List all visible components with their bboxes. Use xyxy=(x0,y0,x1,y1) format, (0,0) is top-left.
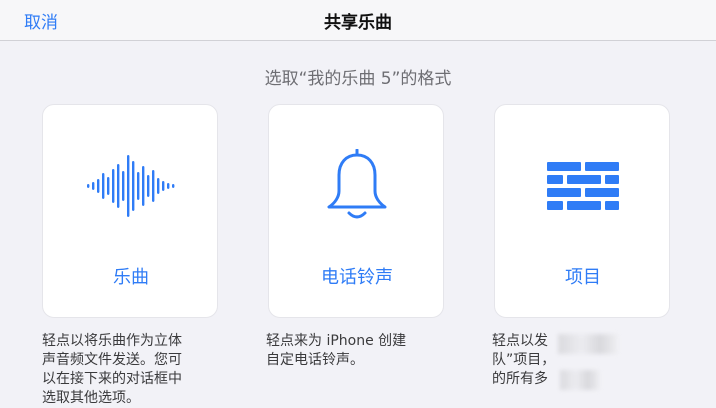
song-option-card[interactable]: 乐曲 xyxy=(42,104,218,318)
ringtone-option-label: 电话铃声 xyxy=(321,267,393,288)
song-option-description: 轻点以将乐曲作为立体 声音频文件发送。您可 以在接下来的对话框中 选取其他选项。 xyxy=(42,333,182,406)
navigation-bar: 取消 共享乐曲 xyxy=(0,0,716,41)
project-option-label: 项目 xyxy=(565,267,601,288)
format-prompt: 选取“我的乐曲 5”的格式 xyxy=(264,69,452,89)
redacted-area xyxy=(558,334,618,354)
song-option-label: 乐曲 xyxy=(113,267,149,288)
project-option-card[interactable]: 项目 xyxy=(494,104,670,318)
page-title: 共享乐曲 xyxy=(324,13,392,33)
ringtone-option-description: 轻点来为 iPhone 创建 自定电话铃声。 xyxy=(266,333,407,368)
redacted-area xyxy=(560,370,600,390)
ringtone-option-card[interactable]: 电话铃声 xyxy=(268,104,444,318)
bricks-icon xyxy=(495,143,671,229)
waveform-icon xyxy=(43,143,219,229)
bell-icon xyxy=(269,143,445,229)
